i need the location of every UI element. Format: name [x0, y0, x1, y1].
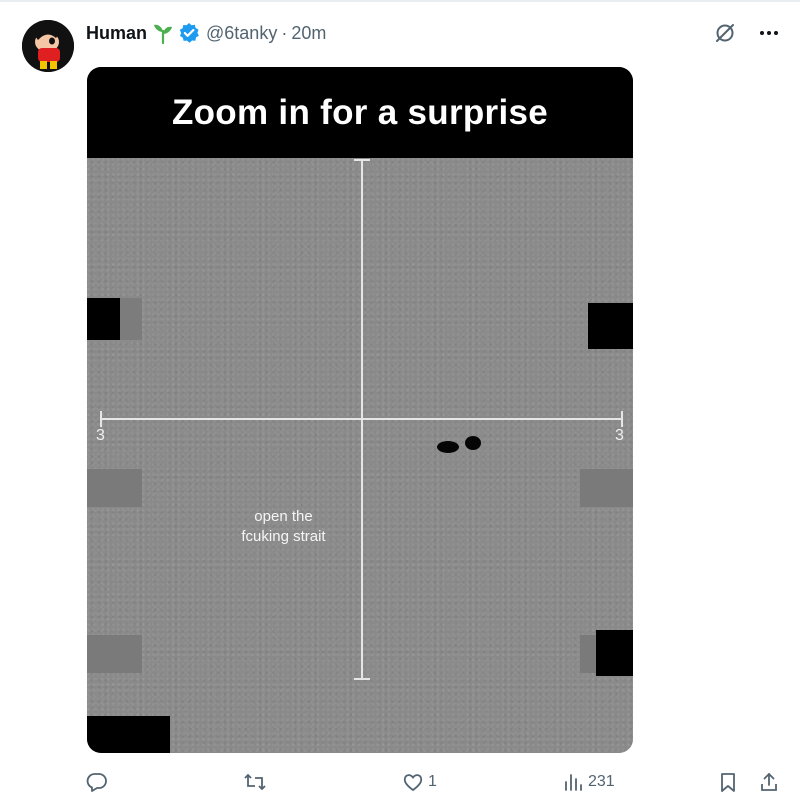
separator: · — [281, 22, 288, 43]
right-tick-label: 3 — [615, 427, 624, 444]
crosshair — [100, 159, 623, 680]
dark-spot-right — [465, 436, 481, 450]
tweet-header: Human @6tanky · 20m — [86, 20, 326, 46]
tweet-media-image[interactable]: Zoom in for a surprise 3 3 open the fcuk… — [87, 67, 633, 753]
tweet-top-actions — [712, 20, 782, 46]
media-caption-line2: fcuking strait — [241, 528, 326, 545]
dark-spot-left — [437, 441, 459, 453]
like-button[interactable]: 1 — [402, 771, 437, 793]
media-caption: open the fcuking strait — [227, 507, 340, 547]
handle[interactable]: @6tanky — [206, 23, 277, 44]
views-button[interactable]: 231 — [562, 771, 615, 793]
heart-icon — [403, 773, 423, 791]
verified-badge-icon[interactable] — [178, 22, 200, 44]
media-caption-line1: open the — [254, 508, 313, 525]
timestamp[interactable]: 20m — [291, 23, 326, 44]
share-button[interactable] — [758, 771, 780, 793]
bookmark-button[interactable] — [718, 771, 738, 793]
avatar[interactable] — [22, 20, 74, 72]
top-border — [0, 0, 800, 2]
display-name[interactable]: Human — [86, 23, 147, 44]
reply-button[interactable] — [86, 771, 112, 793]
sprout-icon — [153, 22, 173, 44]
retweet-icon — [244, 773, 266, 790]
views-count: 231 — [588, 772, 615, 790]
bookmark-icon — [721, 772, 735, 792]
more-options-icon[interactable] — [756, 20, 782, 46]
views-icon — [565, 773, 582, 791]
retweet-button[interactable] — [243, 771, 271, 793]
reply-icon — [86, 772, 107, 792]
tweet-action-bar: 1 231 — [0, 768, 800, 795]
share-icon — [761, 772, 777, 791]
like-count: 1 — [428, 772, 437, 790]
left-tick-label: 3 — [96, 427, 105, 444]
grok-icon[interactable] — [712, 20, 738, 46]
